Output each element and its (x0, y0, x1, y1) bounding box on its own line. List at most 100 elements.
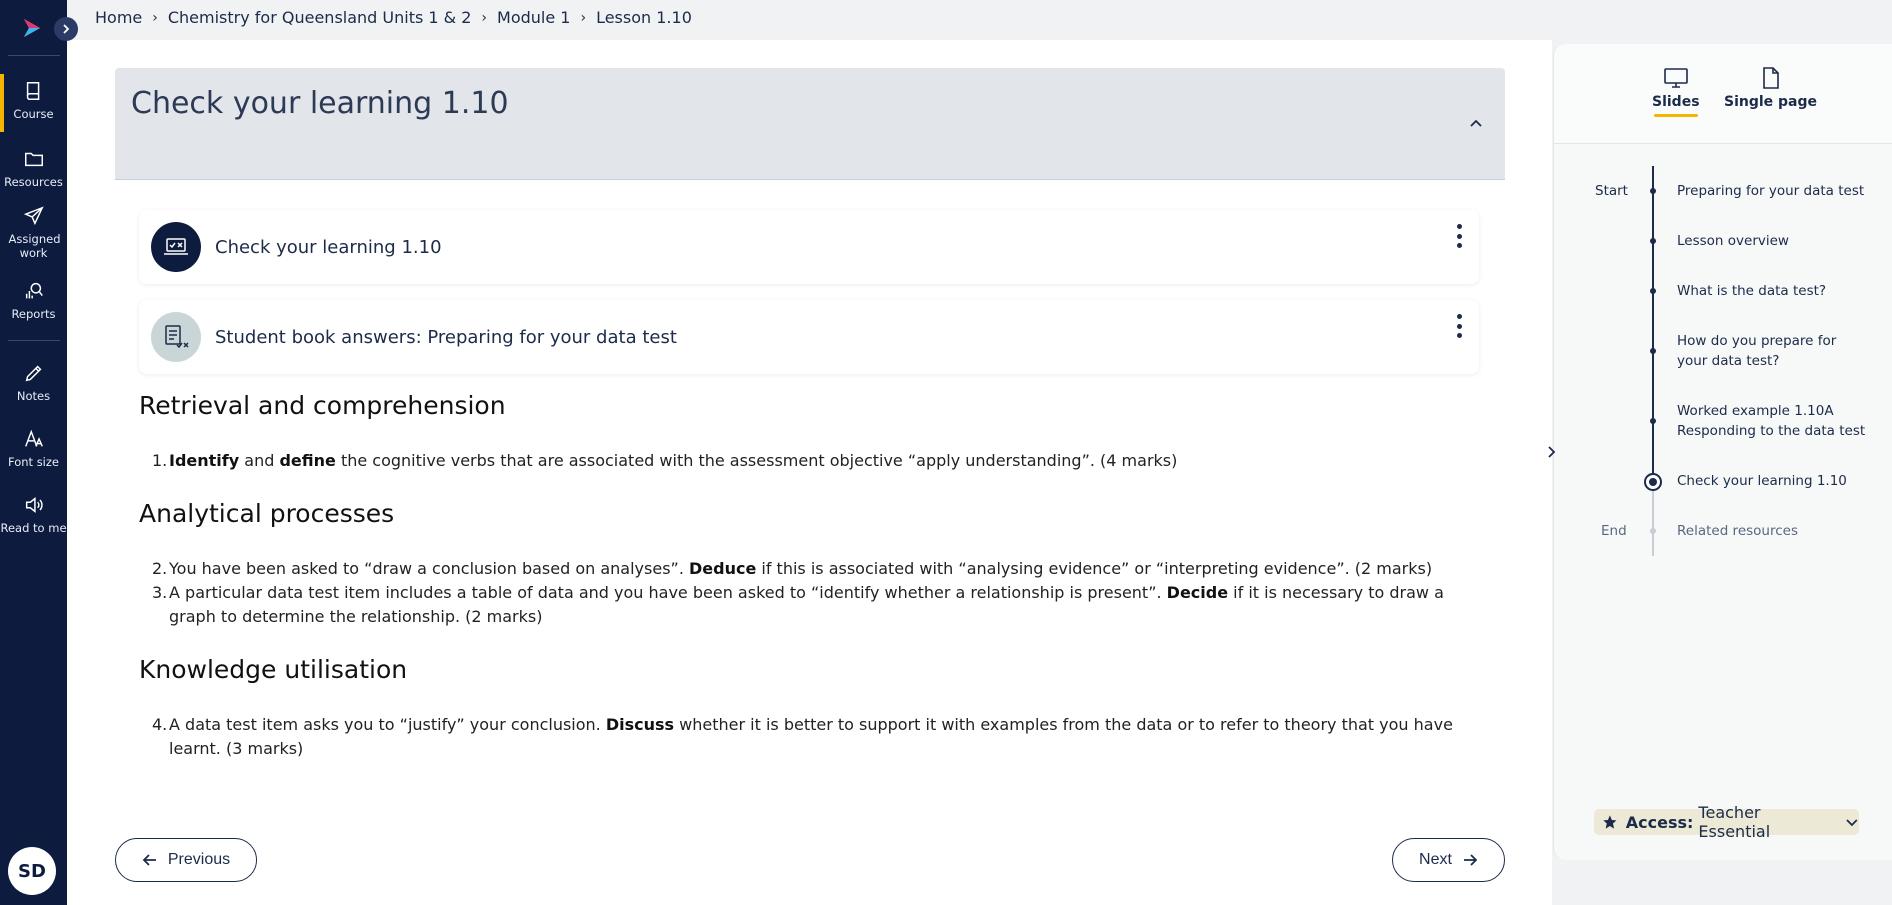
page-icon (1762, 67, 1779, 89)
more-options-icon[interactable] (1449, 224, 1469, 248)
resource-card-answers[interactable]: Student book answers: Preparing for your… (139, 300, 1479, 374)
tab-label: Single page (1724, 94, 1818, 110)
breadcrumb-module[interactable]: Module 1 (497, 8, 570, 27)
monitor-icon (1663, 68, 1688, 88)
question-number: 3. (152, 583, 168, 602)
lesson-outline-panel: Slides Single page (1553, 44, 1892, 860)
more-options-icon[interactable] (1449, 314, 1469, 338)
question-3: 3. A particular data test item includes … (152, 581, 1482, 629)
question-text: if this is associated with “analysing ev… (756, 559, 1433, 578)
card-title: Student book answers: Preparing for your… (215, 326, 677, 348)
chevron-up-icon[interactable] (1469, 116, 1483, 130)
question-text: and (239, 451, 280, 470)
outline-item[interactable]: Lesson overview (1677, 231, 1877, 251)
previous-button[interactable]: Previous (115, 838, 257, 882)
question-4: 4. A data test item asks you to “justify… (152, 713, 1482, 761)
nav-divider (8, 340, 60, 341)
command-word: define (279, 451, 336, 470)
reports-icon (25, 282, 43, 299)
nav-label-notes: Notes (16, 389, 51, 403)
chevron-right-icon: › (481, 9, 488, 26)
question-1: 1. Identify and define the cognitive ver… (152, 449, 1482, 473)
arrow-left-icon (142, 854, 156, 866)
question-2: 2. You have been asked to “draw a conclu… (152, 557, 1482, 581)
timeline-current-marker (1644, 473, 1662, 491)
outline-item[interactable]: What is the data test? (1677, 281, 1877, 301)
heading-knowledge: Knowledge utilisation (139, 655, 408, 684)
chevron-right-icon: › (152, 9, 158, 26)
timeline-start-label: Start (1595, 183, 1628, 199)
tab-single-page[interactable]: Single page (1724, 66, 1817, 110)
resource-card-quiz[interactable]: Check your learning 1.10 (139, 210, 1479, 284)
book-icon (26, 82, 39, 100)
heading-analytical: Analytical processes (139, 499, 395, 528)
question-text: You have been asked to “draw a conclusio… (169, 559, 689, 578)
tab-slides[interactable]: Slides (1652, 66, 1700, 117)
outline-item[interactable]: Preparing for your data test (1677, 181, 1877, 201)
breadcrumb-lesson[interactable]: Lesson 1.10 (596, 8, 692, 27)
nav-divider (8, 55, 60, 56)
timeline-end-label: End (1601, 523, 1627, 539)
folder-icon (24, 152, 43, 167)
command-word: Identify (169, 451, 240, 470)
nav-item-course[interactable]: Course (0, 74, 67, 132)
outline-item[interactable]: Related resources (1677, 521, 1877, 541)
timeline-dot (1650, 288, 1656, 294)
sidebar-expand-button[interactable] (54, 17, 78, 41)
active-tab-indicator (1653, 114, 1698, 117)
user-avatar[interactable]: SD (8, 847, 56, 895)
nav-item-notes[interactable]: Notes (0, 362, 67, 403)
nav-item-assigned-work[interactable]: Assigned work (0, 205, 67, 260)
question-text: A particular data test item includes a t… (169, 583, 1167, 602)
nav-label-course: Course (13, 107, 54, 121)
font-size-icon (24, 429, 43, 447)
chevron-right-icon (1548, 446, 1556, 458)
outline-item[interactable]: How do you prepare for your data test? (1677, 331, 1867, 371)
view-tabs: Slides Single page (1554, 44, 1892, 144)
breadcrumb-course[interactable]: Chemistry for Queensland Units 1 & 2 (168, 8, 472, 27)
nav-item-read-to-me[interactable]: Read to me (0, 494, 67, 535)
paper-plane-icon (23, 206, 44, 226)
next-button[interactable]: Next (1392, 838, 1505, 882)
chevron-down-icon (1846, 819, 1858, 827)
timeline-dot (1650, 348, 1656, 354)
nav-label-reports: Reports (11, 307, 56, 321)
nav-label-font-size: Font size (8, 455, 59, 469)
breadcrumb-home[interactable]: Home (95, 8, 142, 27)
timeline-track-remaining (1652, 481, 1654, 556)
nav-item-reports[interactable]: Reports (0, 280, 67, 321)
quiz-laptop-icon (151, 222, 201, 272)
nav-item-font-size[interactable]: Font size (0, 428, 67, 469)
command-word: Discuss (605, 715, 675, 734)
chevron-right-icon (63, 24, 70, 34)
topbar: Home › Chemistry for Queensland Units 1 … (67, 0, 1892, 40)
card-title: Check your learning 1.10 (215, 236, 442, 258)
access-label: Access: (1625, 812, 1694, 832)
nav-label-read-to-me: Read to me (0, 521, 67, 535)
panel-toggle-button[interactable] (1539, 440, 1563, 464)
app-logo[interactable] (20, 16, 44, 40)
answers-checklist-icon (151, 312, 201, 362)
access-value: Teacher Essential (1698, 803, 1771, 841)
timeline-dot (1650, 528, 1656, 534)
timeline-dot (1650, 188, 1656, 194)
nav-label-resources: Resources (4, 175, 63, 189)
timeline-track (1652, 166, 1654, 481)
heading-retrieval: Retrieval and comprehension (139, 391, 506, 420)
breadcrumb: Home › Chemistry for Queensland Units 1 … (95, 8, 692, 27)
timeline-dot (1650, 418, 1656, 424)
question-number: 1. (152, 451, 168, 470)
chevron-right-icon: › (580, 9, 587, 26)
section-header[interactable]: Check your learning 1.10 (115, 68, 1505, 180)
arrow-right-icon (1463, 854, 1478, 866)
access-level-dropdown[interactable]: Access: Teacher Essential (1594, 803, 1859, 841)
question-text: A data test item asks you to “justify” y… (169, 715, 606, 734)
nav-item-resources[interactable]: Resources (0, 148, 67, 189)
section-title: Check your learning 1.10 (131, 86, 509, 121)
speaker-icon (25, 497, 43, 513)
question-number: 4. (152, 715, 168, 734)
outline-item[interactable]: Worked example 1.10A Responding to the d… (1677, 401, 1867, 441)
outline-item-current[interactable]: Check your learning 1.10 (1677, 471, 1877, 491)
next-label: Next (1419, 851, 1452, 868)
nav-label-assigned-work: Assigned work (8, 232, 61, 260)
